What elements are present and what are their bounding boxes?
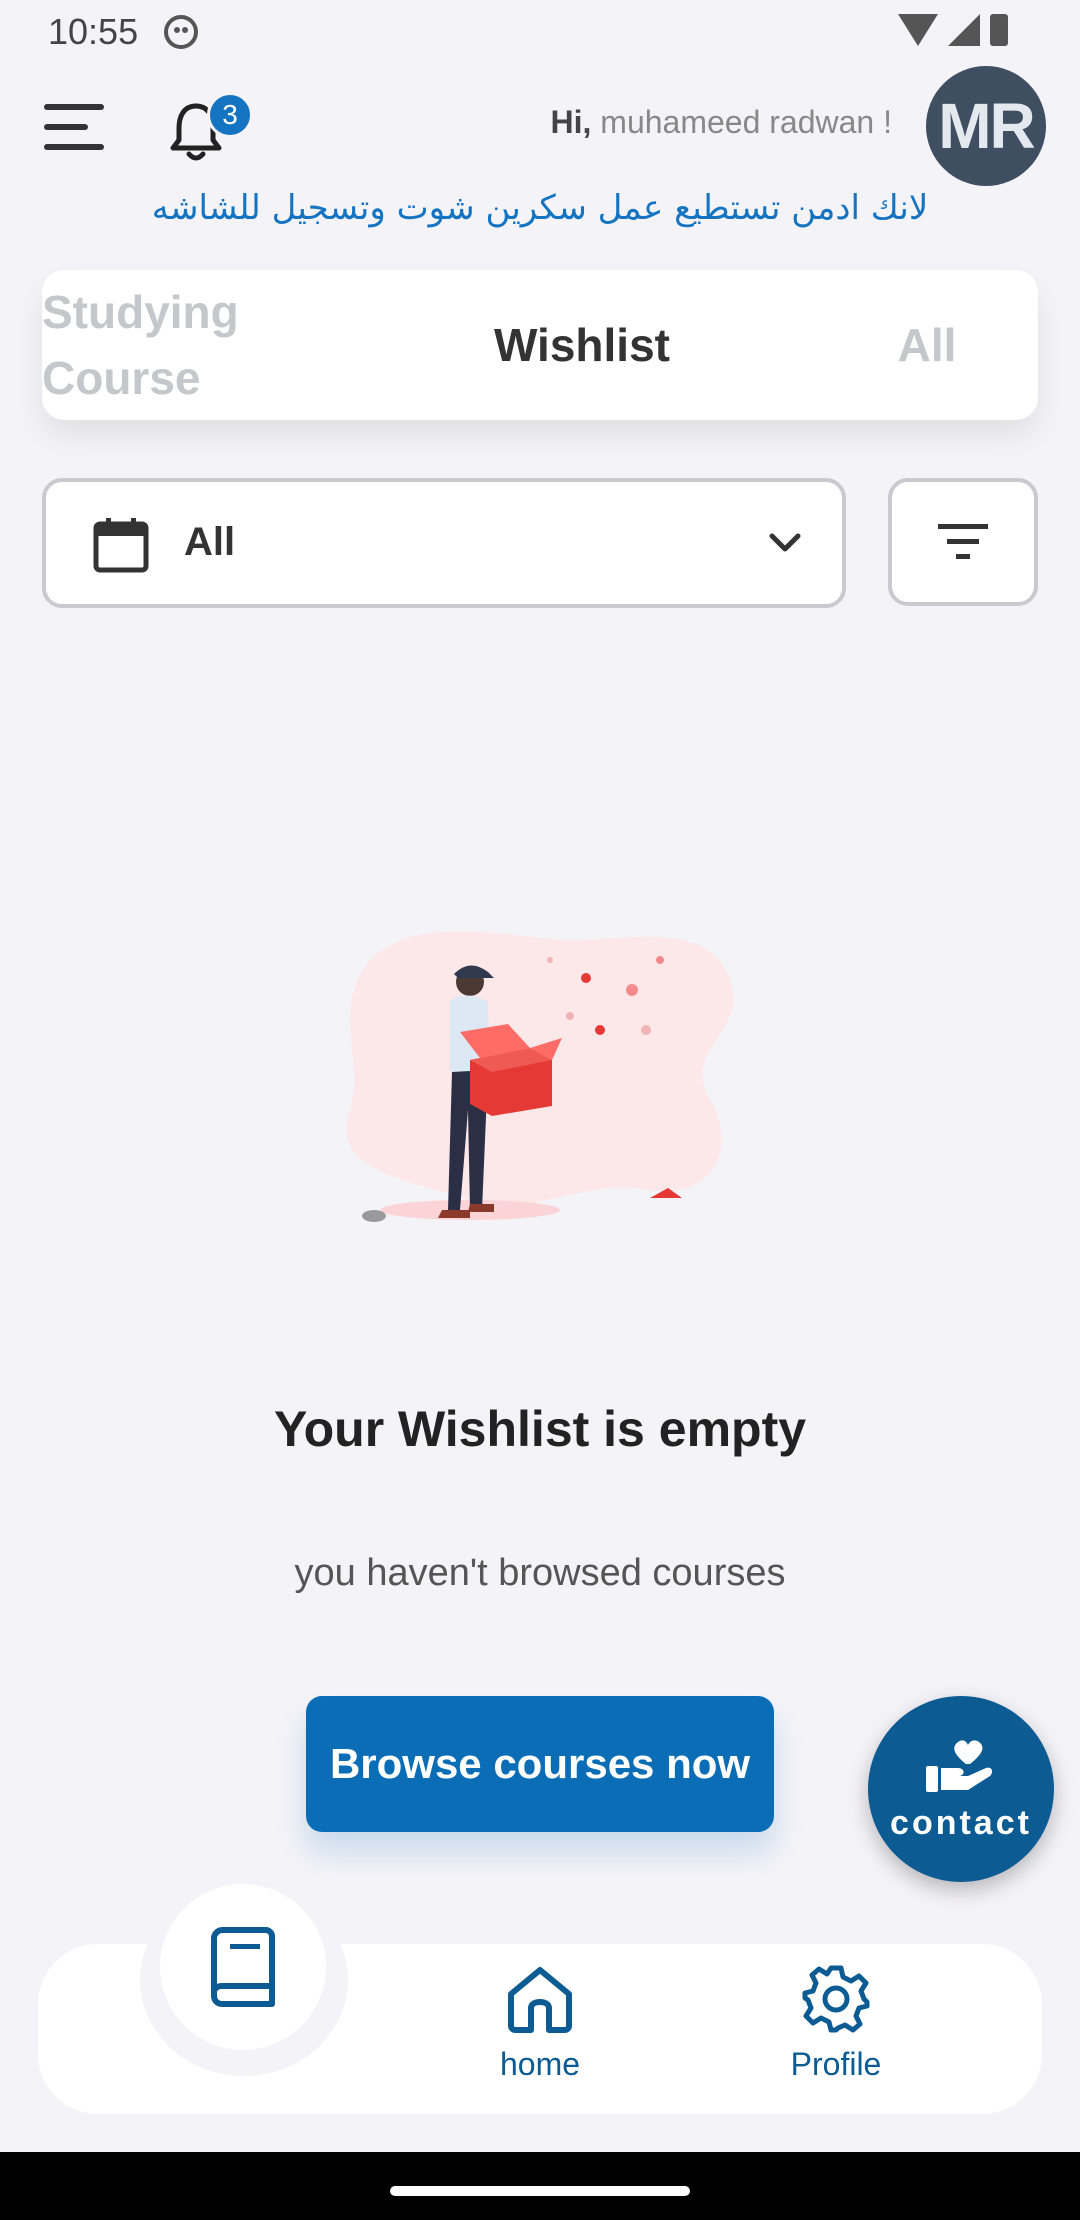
filter-list-icon [938, 524, 988, 559]
status-indicators [898, 14, 1008, 46]
book-icon [211, 1927, 275, 2007]
nav-home-label: home [499, 2046, 581, 2082]
notification-badge: 3 [207, 92, 253, 138]
empty-box-illustration [346, 931, 734, 1222]
tab-wishlist[interactable]: Wishlist [452, 270, 712, 420]
home-icon [508, 1967, 572, 2033]
chevron-down-icon [769, 533, 801, 552]
heart-hand-icon [926, 1740, 993, 1792]
cat-notification-icon [164, 15, 199, 49]
gear-icon [802, 1965, 870, 2033]
greeting: Hi, muhameed radwan ! [551, 104, 893, 141]
contact-button[interactable]: contact [868, 1696, 1054, 1882]
wifi-icon [898, 14, 938, 46]
contact-label: contact [890, 1804, 1032, 1842]
tab-studying-course[interactable]: Studying Course [42, 270, 302, 420]
calendar-icon [93, 518, 149, 573]
nav-courses-button[interactable] [160, 1884, 326, 2050]
avatar[interactable]: MR [926, 66, 1046, 186]
date-filter-dropdown[interactable]: All [42, 478, 846, 608]
course-tabs: Studying Course Wishlist All [42, 270, 1038, 420]
admin-notice: لانك ادمن تستطيع عمل سكرين شوت وتسجيل لل… [151, 188, 929, 228]
nav-profile[interactable]: Profile [736, 1964, 936, 2094]
sort-filter-button[interactable] [888, 478, 1038, 606]
status-time: 10:55 [48, 11, 139, 52]
filter-selected-value: All [184, 520, 236, 564]
greeting-prefix: Hi, [550, 104, 592, 140]
home-indicator[interactable] [390, 2186, 690, 2196]
greeting-name: muhameed radwan ! [600, 104, 892, 140]
browse-courses-button[interactable]: Browse courses now [306, 1696, 774, 1832]
status-bar: 10:55 [0, 0, 1080, 64]
signal-icon [948, 14, 980, 46]
nav-profile-label: Profile [790, 2046, 882, 2082]
battery-icon [990, 14, 1008, 46]
empty-state-subtitle: you haven't browsed courses [294, 1552, 786, 1594]
nav-home[interactable]: home [440, 1964, 640, 2094]
tab-all[interactable]: All [822, 270, 1032, 420]
empty-state-title: Your Wishlist is empty [273, 1401, 807, 1457]
app-header: 3 Hi, muhameed radwan ! [0, 64, 1080, 184]
menu-icon[interactable] [44, 104, 104, 152]
